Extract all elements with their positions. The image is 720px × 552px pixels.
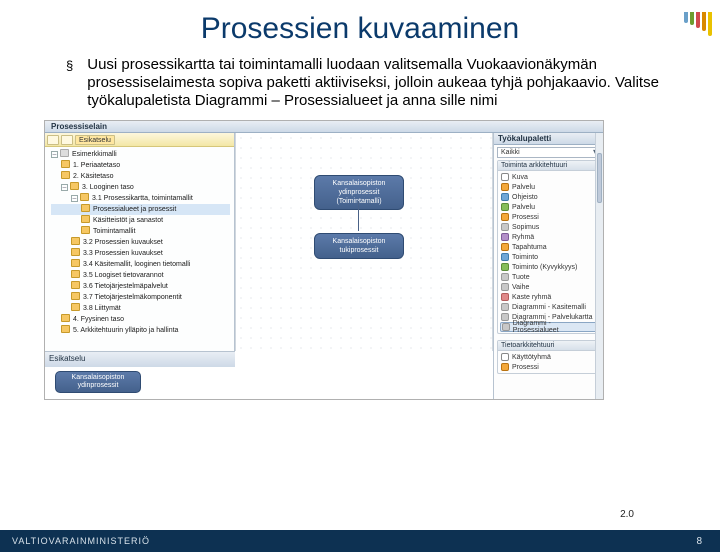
palette-group: Tietoarkkitehtuuri KäyttötyhmäProsessi [497,340,600,374]
shape-icon [501,223,509,231]
connector [358,201,359,231]
palette-item[interactable]: Tuote [500,272,597,282]
palette-item[interactable]: Palvelu [500,182,597,192]
diagram-node[interactable]: Kansalaisopiston ydinprosessit (Toiminta… [314,175,404,210]
scrollbar[interactable] [595,133,603,399]
group-body: KuvaPalveluOhjeistoPalveluProsessiSopimu… [498,171,599,333]
bullet-row: § Uusi prosessikartta tai toimintamalli … [0,56,720,110]
palette-item[interactable]: Ohjeisto [500,192,597,202]
shape-icon [501,293,509,301]
tree-item[interactable]: 3.7 Tietojärjestelmäkomponentit [51,292,230,303]
palette-filter-dropdown[interactable]: Kaikki [497,147,600,158]
shape-icon [501,283,509,291]
shape-icon [501,253,509,261]
preview-toggle[interactable]: Esikatselu [75,135,115,145]
tree-item[interactable]: 3.2 Prosessien kuvaukset [51,237,230,248]
toolbar-btn[interactable] [47,135,59,145]
shape-icon [501,263,509,271]
palette-title: Työkalupaletti [494,133,603,145]
tree-item[interactable]: –3. Looginen taso [51,182,230,193]
tree-item[interactable]: 3.3 Prosessien kuvaukset [51,248,230,259]
tool-palette-pane: Työkalupaletti Kaikki Toiminta arkkiteht… [493,133,603,399]
palette-item[interactable]: Kaste ryhmä [500,292,597,302]
palette-item[interactable]: Diagrammi - Kasitemalli [500,302,597,312]
app-screenshot: Prosessiselain Esikatselu –Esimerkkimall… [44,120,604,400]
palette-item[interactable]: Prosessi [500,212,597,222]
process-browser-pane: Esikatselu –Esimerkkimalli1. Periaatetas… [45,133,235,351]
tree-item[interactable]: 3.4 Käsitemallit, looginen tietomalli [51,259,230,270]
tree-item[interactable]: 2. Käsitetaso [51,171,230,182]
shape-icon [501,173,509,181]
group-header[interactable]: Toiminta arkkitehtuuri [498,161,599,171]
palette-item[interactable]: Sopimus [500,222,597,232]
tree-view[interactable]: –Esimerkkimalli1. Periaatetaso2. Käsitet… [45,147,234,338]
slide-title: Prosessien kuvaaminen [0,12,720,46]
palette-item[interactable]: Toiminto (Kyvykkyys) [500,262,597,272]
browser-toolbar: Esikatselu [45,133,234,147]
tree-item[interactable]: –3.1 Prosessikartta, toimintamallit [51,193,230,204]
palette-group: Toiminta arkkitehtuuri KuvaPalveluOhjeis… [497,160,600,334]
tree-item[interactable]: Prosessialueet ja prosessit [51,204,230,215]
tree-item[interactable]: Käsitteistöt ja sanastot [51,215,230,226]
palette-item[interactable]: Prosessi [500,362,597,372]
bullet-mark: § [66,58,73,110]
diagram-canvas[interactable]: Kansalaisopiston ydinprosessit (Toiminta… [235,133,493,351]
palette-item[interactable]: Käyttötyhmä [500,352,597,362]
palette-item[interactable]: Vaihe [500,282,597,292]
page-number: 8 [696,536,702,547]
browser-titlebar: Prosessiselain [45,121,603,133]
tree-item[interactable]: Toimintamallit [51,226,230,237]
version-label: 2.0 [620,509,634,520]
group-header[interactable]: Tietoarkkitehtuuri [498,341,599,351]
toolbar-btn[interactable] [61,135,73,145]
decor-bars [684,12,712,36]
group-body: KäyttötyhmäProsessi [498,351,599,373]
tree-item[interactable]: 3.8 Liittymät [51,303,230,314]
preview-header: Esikatselu [45,351,235,367]
shape-icon [502,323,510,331]
palette-item[interactable]: Diagrammi - Prosessialueet [500,322,597,332]
palette-item[interactable]: Tapahtuma [500,242,597,252]
preview-area: Kansalaisopiston ydinprosessit [51,369,231,399]
palette-item[interactable]: Ryhmä [500,232,597,242]
shape-icon [501,203,509,211]
palette-item[interactable]: Palvelu [500,202,597,212]
shape-icon [501,273,509,281]
tree-item[interactable]: 1. Periaatetaso [51,160,230,171]
tree-item[interactable]: 3.6 Tietojärjestelmäpalvelut [51,281,230,292]
bullet-text: Uusi prosessikartta tai toimintamalli lu… [87,56,678,110]
scroll-thumb[interactable] [597,153,602,203]
tree-item[interactable]: –Esimerkkimalli [51,149,230,160]
shape-icon [501,353,509,361]
shape-icon [501,243,509,251]
preview-node: Kansalaisopiston ydinprosessit [55,371,141,393]
shape-icon [501,233,509,241]
shape-icon [501,363,509,371]
shape-icon [501,213,509,221]
shape-icon [501,303,509,311]
shape-icon [501,183,509,191]
palette-item[interactable]: Kuva [500,172,597,182]
org-name: VALTIOVARAINMINISTERIÖ [12,536,150,546]
shape-icon [501,193,509,201]
shape-icon [501,313,509,321]
palette-item[interactable]: Toiminto [500,252,597,262]
tree-item[interactable]: 5. Arkkitehtuurin ylläpito ja hallinta [51,325,230,336]
tree-item[interactable]: 4. Fyysinen taso [51,314,230,325]
diagram-node[interactable]: Kansalaisopiston tukiprosessit [314,233,404,259]
tree-item[interactable]: 3.5 Loogiset tietovarannot [51,270,230,281]
footer-bar: VALTIOVARAINMINISTERIÖ 8 [0,530,720,552]
